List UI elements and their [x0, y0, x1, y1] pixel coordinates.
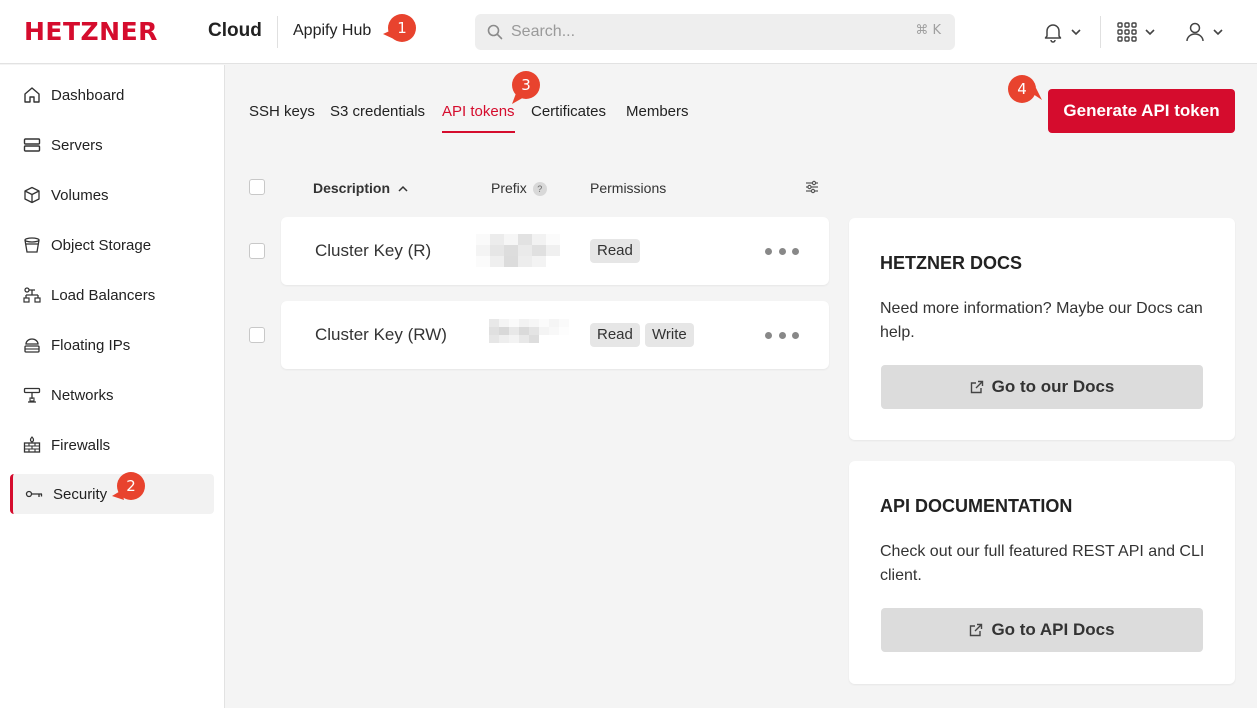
top-bar: HETZNER Cloud Appify Hub ⌘ K [0, 0, 1257, 64]
sidebar: Dashboard Servers Volumes Object Storage… [0, 65, 225, 708]
sidebar-item-label: Load Balancers [51, 286, 156, 304]
chevron-down-icon [1071, 29, 1081, 36]
sort-ascending-icon [398, 185, 408, 192]
project-name[interactable]: Appify Hub [293, 22, 371, 40]
permission-badge-read: Read [590, 323, 640, 347]
permission-badge-read: Read [590, 239, 640, 263]
sidebar-item-load-balancers[interactable]: Load Balancers [10, 275, 214, 315]
card-title: HETZNER DOCS [880, 253, 1023, 273]
external-link-icon [970, 380, 983, 394]
step-marker-3: 3 [512, 71, 540, 99]
hetzner-logo[interactable]: HETZNER [24, 19, 158, 45]
sidebar-item-volumes[interactable]: Volumes [10, 175, 214, 215]
chevron-down-icon [1213, 29, 1223, 36]
table-row[interactable]: Cluster Key (R) Read [281, 217, 829, 285]
row-actions-menu-button[interactable] [765, 241, 799, 261]
step-marker-2: 2 [117, 472, 145, 500]
load-balancer-icon [22, 285, 42, 305]
table-row[interactable]: Cluster Key (RW) Read Write [281, 301, 829, 369]
tab-s3-credentials[interactable]: S3 credentials [330, 103, 425, 133]
hetzner-docs-card: HETZNER DOCS Need more information? Mayb… [849, 218, 1235, 440]
sidebar-item-label: Object Storage [51, 236, 152, 254]
user-menu-button[interactable] [1184, 16, 1224, 48]
network-icon [22, 385, 42, 405]
search-shortcut: ⌘ K [915, 23, 941, 38]
sidebar-item-label: Networks [51, 386, 114, 404]
firewall-icon [22, 435, 42, 455]
redacted-prefix [489, 319, 569, 343]
sidebar-item-label: Dashboard [51, 86, 125, 104]
sidebar-item-label: Floating IPs [51, 336, 131, 354]
key-icon [24, 484, 44, 504]
home-icon [22, 85, 42, 105]
chevron-down-icon [1145, 29, 1155, 36]
header-divider [277, 16, 278, 48]
go-to-docs-button[interactable]: Go to our Docs [881, 365, 1203, 409]
sidebar-item-dashboard[interactable]: Dashboard [10, 75, 214, 115]
tab-ssh-keys[interactable]: SSH keys [249, 103, 315, 133]
sidebar-item-servers[interactable]: Servers [10, 125, 214, 165]
cube-icon [22, 185, 42, 205]
redacted-prefix [476, 234, 560, 267]
tab-api-tokens[interactable]: API tokens [442, 103, 515, 133]
row-checkbox[interactable] [249, 243, 265, 259]
search-icon [487, 24, 503, 40]
step-marker-4: 4 [1008, 75, 1036, 103]
column-header-prefix: Prefix? [491, 180, 547, 197]
help-icon[interactable]: ? [532, 182, 547, 197]
search-box[interactable]: ⌘ K [475, 14, 955, 50]
server-icon [22, 135, 42, 155]
notifications-button[interactable] [1042, 16, 1082, 48]
step-marker-1: 1 [388, 14, 416, 42]
search-input[interactable] [511, 14, 891, 50]
apps-menu-button[interactable] [1116, 16, 1156, 48]
card-title: API DOCUMENTATION [880, 496, 1073, 516]
row-actions-menu-button[interactable] [765, 325, 799, 345]
go-to-api-docs-button[interactable]: Go to API Docs [881, 608, 1203, 652]
header-divider [1100, 16, 1101, 48]
sidebar-item-firewalls[interactable]: Firewalls [10, 425, 214, 465]
sidebar-item-floating-ips[interactable]: Floating IPs [10, 325, 214, 365]
grid-icon [1117, 22, 1137, 42]
sidebar-item-label: Volumes [51, 186, 109, 204]
column-settings-icon[interactable] [805, 180, 819, 194]
token-description: Cluster Key (RW) [315, 325, 447, 344]
floating-ip-icon [22, 335, 42, 355]
select-all-checkbox[interactable] [249, 179, 265, 195]
sidebar-item-object-storage[interactable]: Object Storage [10, 225, 214, 265]
bucket-icon [22, 235, 42, 255]
column-header-description[interactable]: Description [313, 180, 408, 196]
tab-members[interactable]: Members [626, 103, 689, 133]
bell-icon [1044, 24, 1062, 43]
permission-badge-write: Write [645, 323, 694, 347]
card-text: Check out our full featured REST API and… [880, 543, 1205, 584]
sidebar-item-networks[interactable]: Networks [10, 375, 214, 415]
external-link-icon [970, 623, 983, 637]
sidebar-item-label: Servers [51, 136, 103, 154]
sidebar-item-label: Security [53, 485, 108, 503]
token-description: Cluster Key (R) [315, 241, 432, 260]
generate-api-token-button[interactable]: Generate API token [1048, 89, 1235, 133]
tab-certificates[interactable]: Certificates [531, 103, 606, 133]
column-header-permissions: Permissions [590, 180, 667, 196]
card-text: Need more information? Maybe our Docs ca… [880, 300, 1203, 341]
product-name: Cloud [208, 20, 262, 41]
api-documentation-card: API DOCUMENTATION Check out our full fea… [849, 461, 1235, 684]
user-icon [1186, 22, 1204, 42]
row-checkbox[interactable] [249, 327, 265, 343]
sidebar-item-label: Firewalls [51, 436, 111, 454]
